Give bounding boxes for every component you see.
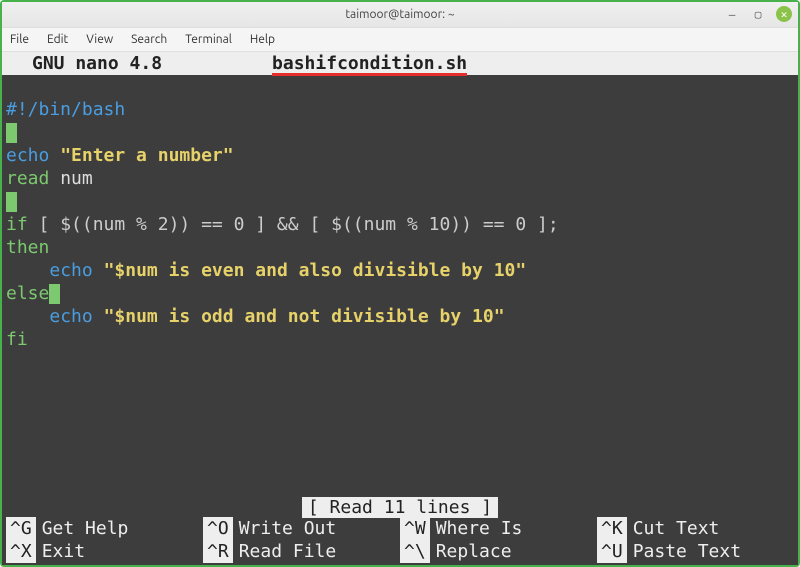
- shortcut-label: Exit: [42, 540, 85, 563]
- shortcut-label: Replace: [436, 540, 512, 563]
- cursor-block: [6, 123, 17, 143]
- menu-terminal[interactable]: Terminal: [185, 33, 232, 46]
- window-titlebar: taimoor@taimoor: ~ – ▢ ✕: [2, 2, 798, 28]
- shortcut-key: ^O: [203, 517, 233, 540]
- shortcut-label: Where Is: [436, 517, 523, 540]
- shortcut-exit[interactable]: ^X Exit: [6, 540, 203, 563]
- string-literal: "Enter a number": [60, 145, 233, 166]
- maximize-button[interactable]: ▢: [750, 6, 766, 22]
- shortcut-key: ^\: [400, 540, 430, 563]
- close-button[interactable]: ✕: [776, 6, 792, 22]
- else-keyword: else: [6, 283, 49, 304]
- shortcut-label: Get Help: [42, 517, 129, 540]
- shortcut-key: ^U: [597, 540, 627, 563]
- fi-keyword: fi: [6, 329, 28, 350]
- string-literal: "$num is odd and not divisible by 10": [104, 306, 505, 327]
- editor-content[interactable]: #!/bin/bash echo "Enter a number" read n…: [2, 75, 798, 351]
- nano-filename: bashifcondition.sh: [272, 52, 467, 75]
- then-keyword: then: [6, 237, 49, 258]
- terminal-area[interactable]: GNU nano 4.8 bashifcondition.sh #!/bin/b…: [2, 52, 798, 565]
- shortcut-label: Cut Text: [633, 517, 720, 540]
- shortcut-key: ^R: [203, 540, 233, 563]
- window-title: taimoor@taimoor: ~: [345, 8, 454, 21]
- shortcut-read-file[interactable]: ^R Read File: [203, 540, 400, 563]
- menu-edit[interactable]: Edit: [47, 33, 68, 46]
- shortcut-cut-text[interactable]: ^K Cut Text: [597, 517, 794, 540]
- string-literal: "$num is even and also divisible by 10": [104, 260, 527, 281]
- menu-search[interactable]: Search: [131, 33, 167, 46]
- nano-header: GNU nano 4.8 bashifcondition.sh: [2, 52, 798, 75]
- condition-expr: [ $((num % 2)) == 0 ] && [ $((num % 10))…: [28, 214, 559, 235]
- shortcut-where-is[interactable]: ^W Where Is: [400, 517, 597, 540]
- echo-keyword: echo: [6, 145, 49, 166]
- cursor-block: [6, 192, 17, 212]
- cursor-block: [49, 284, 60, 304]
- shortcut-key: ^K: [597, 517, 627, 540]
- menu-file[interactable]: File: [10, 33, 29, 46]
- nano-shortcuts: ^G Get Help ^O Write Out ^W Where Is ^K Cut …: [2, 517, 798, 565]
- shortcut-key: ^X: [6, 540, 36, 563]
- minimize-button[interactable]: –: [724, 6, 740, 22]
- shortcut-label: Paste Text: [633, 540, 741, 563]
- nano-version: GNU nano 4.8: [2, 52, 162, 75]
- shortcut-replace[interactable]: ^\ Replace: [400, 540, 597, 563]
- shortcut-label: Read File: [239, 540, 337, 563]
- shortcut-write-out[interactable]: ^O Write Out: [203, 517, 400, 540]
- shortcut-get-help[interactable]: ^G Get Help: [6, 517, 203, 540]
- echo-keyword: echo: [49, 260, 92, 281]
- nano-filename-text: bashifcondition.sh: [272, 53, 467, 74]
- shortcut-key: ^G: [6, 517, 36, 540]
- read-keyword: read: [6, 168, 49, 189]
- window-controls: – ▢ ✕: [724, 6, 792, 22]
- shortcut-key: ^W: [400, 517, 430, 540]
- filename-underline: [272, 73, 467, 76]
- variable-name: num: [60, 168, 93, 189]
- menu-help[interactable]: Help: [250, 33, 275, 46]
- menubar: File Edit View Search Terminal Help: [2, 28, 798, 52]
- echo-keyword: echo: [49, 306, 92, 327]
- shebang-line: #!/bin/bash: [6, 99, 125, 120]
- shortcut-label: Write Out: [239, 517, 337, 540]
- nano-status-line: [ Read 11 lines ]: [2, 496, 798, 519]
- nano-status-text: [ Read 11 lines ]: [302, 497, 498, 518]
- menu-view[interactable]: View: [86, 33, 113, 46]
- if-keyword: if: [6, 214, 28, 235]
- shortcut-paste-text[interactable]: ^U Paste Text: [597, 540, 794, 563]
